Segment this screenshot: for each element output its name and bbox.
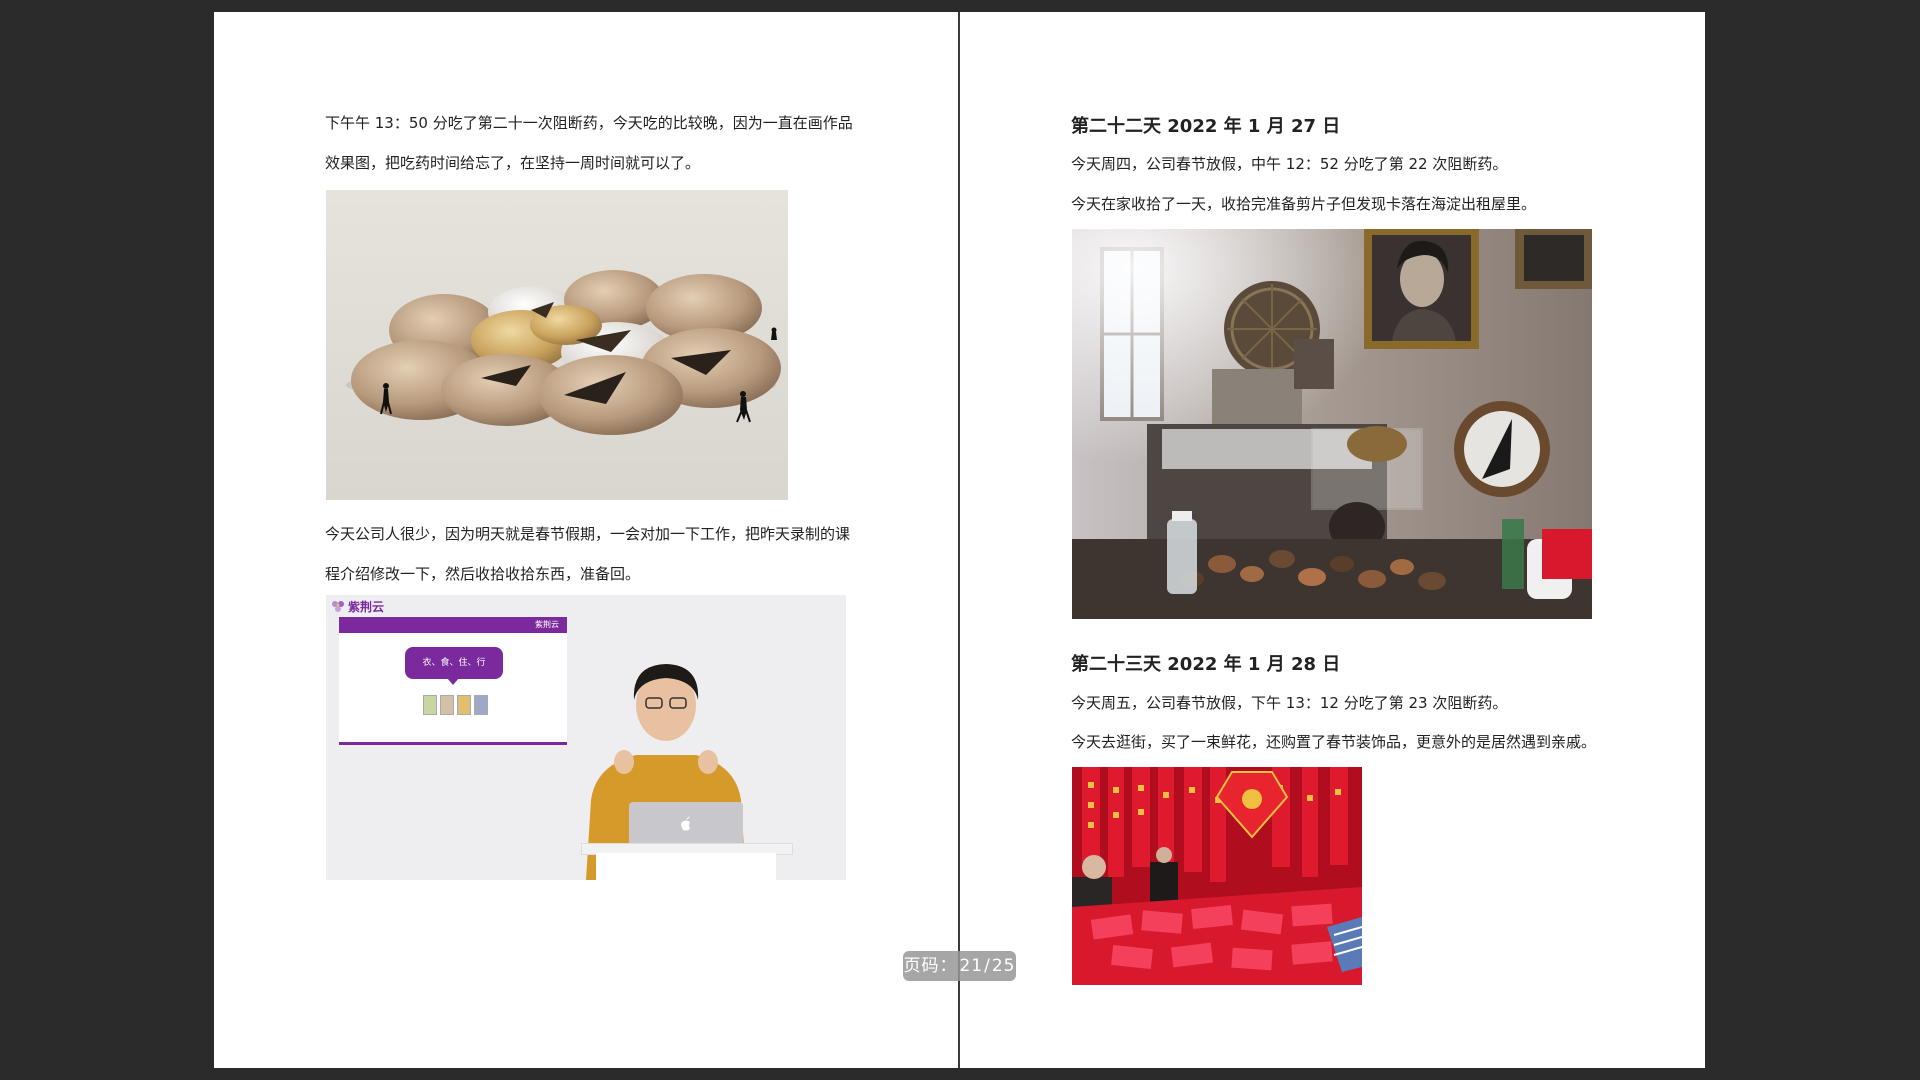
page-counter-separator: / — [984, 956, 991, 976]
lecture-video-still: 紫荆云 紫荆云 衣、食、住、行 — [326, 595, 846, 880]
stones-sculpture-photo — [326, 190, 788, 500]
day22-line1: 今天周四，公司春节放假，中午 12：52 分吃了第 22 次阻断药。 — [1071, 155, 1508, 173]
room-collectibles-image — [1072, 229, 1592, 619]
day23-line1: 今天周五，公司春节放假，下午 13：12 分吃了第 23 次阻断药。 — [1071, 694, 1508, 712]
video-brand: 紫荆云 — [330, 597, 384, 615]
slide-header-bar: 紫荆云 — [339, 617, 567, 633]
day22-heading: 第二十二天 2022 年 1 月 27 日 — [1071, 116, 1341, 137]
slide-thumb — [474, 695, 488, 715]
day22-line2: 今天在家收拾了一天，收拾完准备剪片子但发现卡落在海淀出租屋里。 — [1071, 195, 1537, 213]
stones-sculpture-image — [326, 190, 788, 500]
left-para2-line2: 程介绍修改一下，然后收拾收拾东西，准备回。 — [325, 565, 641, 583]
spring-festival-market-photo — [1072, 767, 1362, 985]
left-para2-line1: 今天公司人很少，因为明天就是春节假期，一会对加一下工作，把昨天录制的课 — [325, 525, 851, 543]
slide-speech-bubble: 衣、食、住、行 — [405, 647, 503, 679]
left-para1-line1: 下午午 13：50 分吃了第二十一次阻断药，今天吃的比较晚，因为一直在画作品 — [325, 114, 853, 132]
room-collectibles-photo — [1072, 229, 1592, 619]
slide-thumbnails — [423, 695, 488, 715]
slide-header-brand: 紫荆云 — [535, 620, 559, 629]
day23-line2: 今天去逛街，买了一束鲜花，还购置了春节装饰品，更意外的是居然遇到亲戚。 — [1071, 733, 1597, 751]
slide-thumb — [457, 695, 471, 715]
slide-thumb — [440, 695, 454, 715]
slide-thumb — [423, 695, 437, 715]
podium — [596, 853, 776, 880]
day23-heading: 第二十三天 2022 年 1 月 28 日 — [1071, 654, 1341, 675]
page-counter-label: 页码： — [903, 956, 958, 976]
laptop-logo-icon — [681, 816, 690, 831]
presentation-slide: 紫荆云 衣、食、住、行 — [339, 617, 567, 745]
page-counter-badge: 页码： 21/25 — [903, 951, 1016, 981]
laptop-screen — [629, 802, 743, 844]
spring-festival-market-image — [1072, 767, 1362, 985]
right-page: 第二十二天 2022 年 1 月 27 日 今天周四，公司春节放假，中午 12：… — [960, 12, 1705, 1068]
bubble-tail — [447, 678, 459, 685]
page-counter-current: 21 — [959, 956, 984, 976]
document-viewer: 下午午 13：50 分吃了第二十一次阻断药，今天吃的比较晚，因为一直在画作品 效… — [0, 0, 1920, 1080]
flower-logo-icon — [332, 601, 344, 612]
page-counter-total: 25 — [991, 956, 1016, 976]
left-page: 下午午 13：50 分吃了第二十一次阻断药，今天吃的比较晚，因为一直在画作品 效… — [214, 12, 959, 1068]
left-para1-line2: 效果图，把吃药时间给忘了，在坚持一周时间就可以了。 — [325, 154, 701, 172]
video-brand-name: 紫荆云 — [348, 599, 385, 614]
